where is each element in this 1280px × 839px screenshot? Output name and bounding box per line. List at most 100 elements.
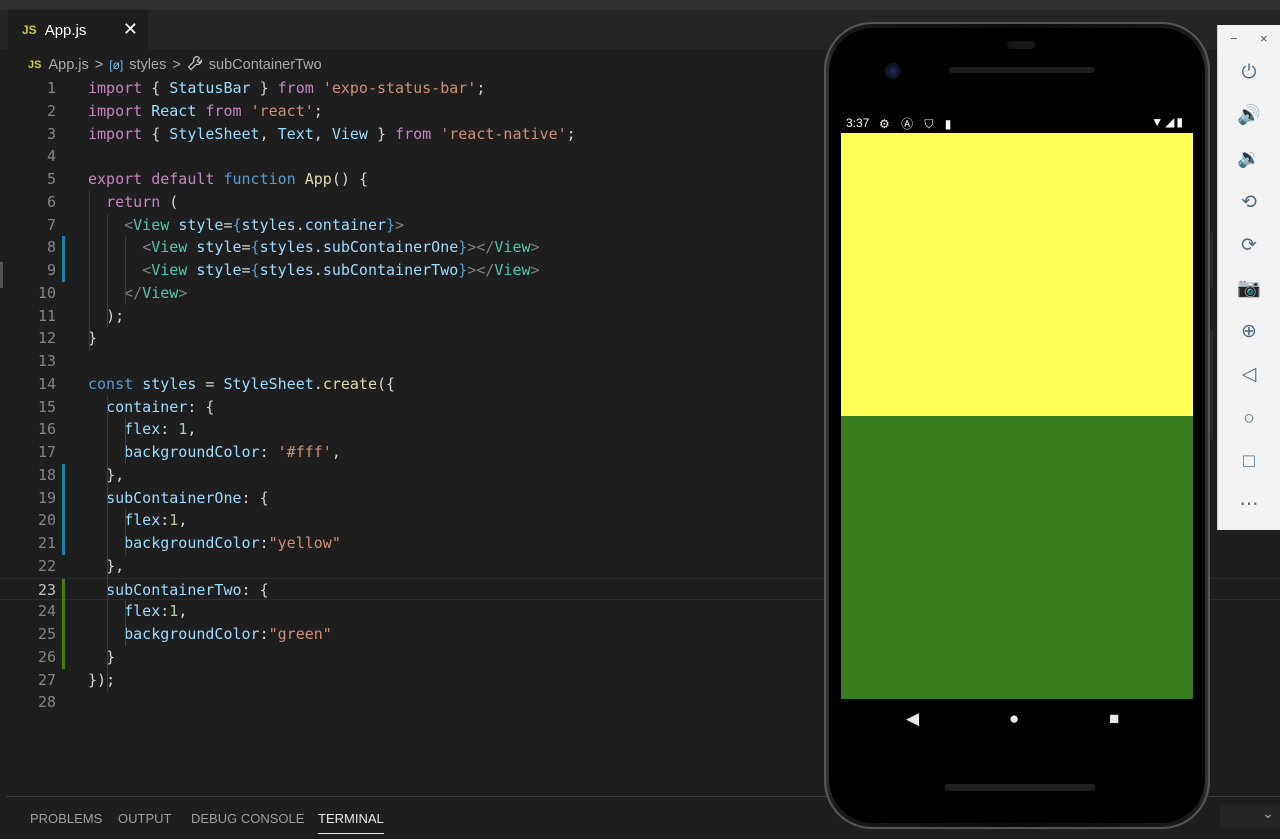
code-text[interactable]: flex: 1, bbox=[88, 418, 196, 441]
zoom-icon[interactable]: ⊕ bbox=[1234, 317, 1264, 347]
code-text[interactable]: import { StatusBar } from 'expo-status-b… bbox=[88, 77, 485, 100]
git-change-marker[interactable] bbox=[62, 645, 65, 669]
git-change-marker[interactable] bbox=[62, 259, 65, 282]
indent-guide bbox=[125, 418, 126, 464]
tab-terminal[interactable]: TERMINAL bbox=[318, 811, 384, 834]
nav-back-icon[interactable]: ◀ bbox=[906, 709, 919, 729]
back-icon[interactable]: ◁ bbox=[1234, 360, 1264, 390]
code-text[interactable]: subContainerTwo: { bbox=[88, 579, 269, 602]
line-number: 12 bbox=[37, 329, 56, 348]
nav-home-icon[interactable]: ● bbox=[1009, 709, 1019, 729]
camera-icon[interactable]: 📷 bbox=[1234, 274, 1264, 304]
line-number: 28 bbox=[37, 693, 56, 712]
wrench-icon bbox=[187, 55, 203, 75]
nav-recents-icon[interactable]: ■ bbox=[1109, 709, 1119, 729]
breadcrumb: JS App.js > [ø] styles > subContainerTwo bbox=[28, 55, 322, 75]
line-number: 15 bbox=[37, 397, 56, 416]
git-change-marker[interactable] bbox=[62, 463, 65, 487]
code-text[interactable]: import { StyleSheet, Text, View } from '… bbox=[88, 123, 576, 146]
code-text[interactable]: import React from 'react'; bbox=[88, 100, 323, 123]
code-text[interactable]: </View> bbox=[88, 282, 187, 305]
line-number: 6 bbox=[46, 192, 56, 211]
code-text[interactable]: <View style={styles.subContainerOne}></V… bbox=[88, 236, 539, 259]
line-number: 10 bbox=[37, 283, 56, 302]
code-text[interactable]: flex:1, bbox=[88, 509, 187, 532]
line-number: 21 bbox=[37, 534, 56, 552]
line-number: 24 bbox=[37, 602, 56, 621]
git-change-marker[interactable] bbox=[62, 486, 65, 510]
variable-icon: [ø] bbox=[109, 58, 124, 72]
tab-app-js[interactable]: JS App.js ✕ bbox=[8, 10, 148, 50]
line-number: 3 bbox=[46, 124, 56, 143]
status-time: 3:37 bbox=[846, 116, 870, 130]
code-text[interactable]: subContainerOne: { bbox=[88, 487, 269, 510]
git-change-marker[interactable] bbox=[62, 578, 65, 602]
line-number: 7 bbox=[46, 215, 56, 234]
signal-battery-icons: ▼◢▮ bbox=[1151, 115, 1185, 129]
indent-guide bbox=[107, 213, 108, 328]
line-number: 9 bbox=[46, 261, 56, 279]
line-number: 5 bbox=[46, 170, 56, 188]
git-change-marker[interactable] bbox=[62, 532, 65, 555]
tab-debug-console[interactable]: DEBUG CONSOLE bbox=[191, 811, 304, 826]
line-number: 23 bbox=[37, 580, 56, 599]
breadcrumb-separator: > bbox=[94, 57, 104, 73]
rotate-left-icon[interactable]: ⟲ bbox=[1234, 188, 1264, 218]
indent-guide bbox=[107, 395, 108, 692]
line-number: 22 bbox=[37, 556, 56, 575]
line-number: 16 bbox=[37, 420, 56, 439]
line-number: 20 bbox=[37, 511, 56, 530]
bottom-speaker bbox=[945, 784, 1095, 791]
sub-container-two bbox=[841, 416, 1193, 699]
code-text[interactable]: const styles = StyleSheet.create({ bbox=[88, 373, 395, 396]
line-number: 19 bbox=[37, 488, 56, 507]
js-file-icon: JS bbox=[22, 23, 37, 37]
volume-down-icon[interactable]: 🔉 bbox=[1234, 144, 1264, 174]
tab-problems[interactable]: PROBLEMS bbox=[30, 811, 102, 826]
minimize-icon[interactable]: − bbox=[1230, 31, 1238, 46]
line-number: 26 bbox=[37, 647, 56, 666]
indent-guide bbox=[125, 600, 126, 646]
line-number: 2 bbox=[46, 101, 56, 120]
android-nav-bar: ◀ ● ■ bbox=[841, 699, 1193, 739]
indent-guide bbox=[125, 509, 126, 555]
rotate-right-icon[interactable]: ⟳ bbox=[1234, 231, 1264, 261]
indent-guide bbox=[125, 236, 126, 305]
git-change-marker[interactable] bbox=[62, 509, 65, 532]
line-number: 13 bbox=[37, 352, 56, 370]
code-text[interactable]: flex:1, bbox=[88, 600, 187, 623]
code-text[interactable]: }); bbox=[88, 669, 115, 692]
sensor-notch bbox=[1007, 41, 1035, 49]
android-status-bar: 3:37 ⚙ Ⓐ ⛉ ▮ ▼◢▮ bbox=[841, 113, 1193, 133]
code-text[interactable]: export default function App() { bbox=[88, 168, 368, 191]
breadcrumb-separator: > bbox=[172, 57, 181, 73]
code-text[interactable]: <View style={styles.subContainerTwo}></V… bbox=[88, 259, 539, 282]
chevron-down-icon[interactable]: ⌄ bbox=[1220, 805, 1280, 829]
breadcrumb-symbol[interactable]: styles bbox=[129, 57, 166, 73]
more-icon[interactable]: ⋯ bbox=[1234, 490, 1264, 520]
close-icon[interactable]: × bbox=[1260, 31, 1268, 46]
git-change-marker[interactable] bbox=[62, 623, 65, 646]
line-number: 8 bbox=[46, 238, 56, 257]
tab-output[interactable]: OUTPUT bbox=[118, 811, 171, 826]
breadcrumb-file[interactable]: App.js bbox=[48, 57, 88, 73]
power-icon[interactable]: ⏻ bbox=[1234, 58, 1264, 88]
front-camera-icon bbox=[885, 63, 901, 79]
code-text[interactable]: } bbox=[88, 646, 115, 669]
line-number: 11 bbox=[37, 306, 56, 325]
line-number: 4 bbox=[46, 147, 56, 166]
sub-container-one bbox=[841, 133, 1193, 416]
git-change-marker[interactable] bbox=[62, 236, 65, 259]
git-change-marker[interactable] bbox=[62, 600, 65, 623]
line-number: 14 bbox=[37, 374, 56, 393]
line-number: 18 bbox=[37, 465, 56, 484]
code-text[interactable]: return ( bbox=[88, 191, 178, 214]
code-text[interactable]: <View style={styles.container}> bbox=[88, 214, 404, 237]
close-icon[interactable]: ✕ bbox=[123, 19, 138, 40]
home-icon[interactable]: ○ bbox=[1234, 404, 1264, 434]
breadcrumb-member[interactable]: subContainerTwo bbox=[209, 57, 322, 73]
earpiece-speaker bbox=[949, 67, 1095, 73]
line-number: 25 bbox=[37, 625, 56, 643]
overview-icon[interactable]: □ bbox=[1234, 447, 1264, 477]
volume-up-icon[interactable]: 🔊 bbox=[1234, 101, 1264, 131]
